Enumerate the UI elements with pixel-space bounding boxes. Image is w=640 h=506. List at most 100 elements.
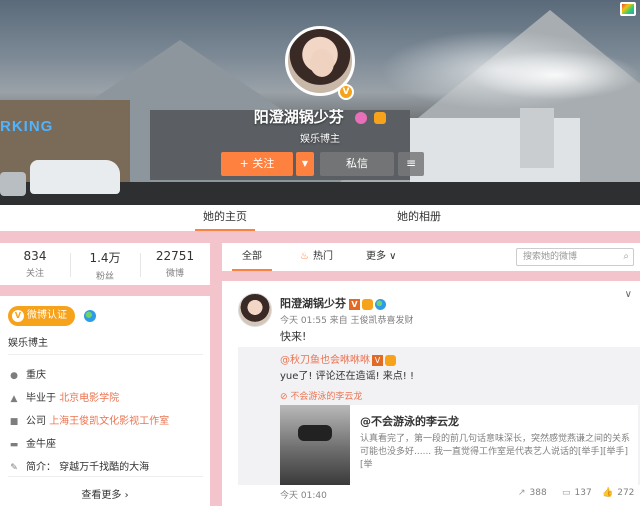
feed-post: 阳澄湖锅少芬 V ∨ 今天 01:55 来自 王俊凯恭喜发财 快来! @秋刀鱼也会… — [222, 281, 640, 506]
filter-tab-more[interactable]: 更多 ∨ — [366, 243, 397, 271]
building-shape — [410, 118, 580, 188]
verified-v-icon: V — [338, 84, 354, 100]
company-row: ■ 公司 上海王俊凯文化影视工作室 — [8, 412, 169, 427]
comment-icon: ▭ — [562, 488, 571, 498]
member-icon[interactable] — [355, 112, 367, 124]
verified-label: 微博认证 — [27, 310, 67, 321]
feed-search-input[interactable]: 搜索她的微博 ⌕ — [516, 248, 634, 266]
stat-value: 1.4万 — [89, 251, 121, 265]
cloud-shape — [470, 50, 640, 100]
verified-v-icon: V — [12, 310, 24, 322]
thumbs-up-icon: 👍 — [602, 488, 614, 498]
stat-following[interactable]: 834 关注 — [0, 249, 70, 279]
fans-badge-icon[interactable] — [374, 112, 387, 124]
profile-role: 娱乐博主 — [8, 338, 48, 349]
tab-home[interactable]: 她的主页 — [195, 205, 255, 231]
card-description: 认真看完了，第一段的前几句话意味深长，突然感觉燕谦之间的关系可能也没多好....… — [360, 434, 631, 470]
follow-button[interactable]: + 关注 — [221, 152, 293, 176]
stat-value: 834 — [23, 249, 47, 263]
profile-name-row: 阳澄湖锅少芬 — [0, 106, 640, 127]
bio-text: 简介： 穿越万千找酷的大海 — [26, 462, 150, 473]
bio-row: ✎ 简介： 穿越万千找酷的大海 — [8, 458, 149, 473]
school-prefix: 毕业于 — [26, 393, 60, 404]
stat-value: 22751 — [155, 249, 195, 263]
globe-icon[interactable] — [84, 310, 96, 322]
verified-badge[interactable]: V 微博认证 — [8, 306, 75, 326]
search-icon[interactable]: ⌕ — [623, 249, 629, 265]
post-author-avatar[interactable] — [238, 293, 272, 327]
stat-posts[interactable]: 22751 微博 — [140, 249, 210, 279]
comment-button[interactable]: ▭ 137 — [562, 488, 592, 498]
location-pin-icon: ● — [10, 371, 18, 381]
menu-button[interactable]: ≡ — [398, 152, 424, 176]
stat-label: 粉丝 — [95, 272, 114, 282]
car-shape — [30, 160, 120, 194]
profile-info-panel: V 微博认证 娱乐博主 ● 重庆 ▲ 毕业于 北京电影学院 ■ 公司 上海王俊凯文化影视… — [0, 296, 210, 506]
verified-v-icon: V — [372, 354, 383, 366]
profile-cover-banner: RKING V 阳澄湖锅少芬 娱乐博主 + 关注 ▼ 私信 ≡ — [0, 0, 640, 205]
location-row: ● 重庆 — [8, 366, 46, 381]
post-meta: 今天 01:55 来自 王俊凯恭喜发财 — [280, 316, 414, 326]
fans-badge-icon[interactable] — [385, 354, 396, 366]
post-author-name[interactable]: 阳澄湖锅少芬 — [280, 297, 346, 310]
divider — [8, 476, 203, 477]
pencil-icon: ✎ — [10, 463, 18, 473]
stat-label: 微博 — [165, 269, 184, 279]
briefcase-icon: ■ — [9, 417, 19, 427]
fans-badge-icon[interactable] — [362, 298, 373, 310]
repost-button[interactable]: ↗ 388 — [518, 488, 547, 498]
card-title: @不会游泳的李云龙 — [360, 415, 459, 428]
follow-dropdown-button[interactable]: ▼ — [296, 152, 314, 176]
stat-label: 关注 — [25, 269, 44, 279]
company-link[interactable]: 上海王俊凯文化影视工作室 — [49, 416, 169, 427]
stat-followers[interactable]: 1.4万 粉丝 — [70, 249, 140, 282]
fire-icon: ♨ — [300, 251, 309, 262]
zodiac-text: 金牛座 — [26, 439, 56, 450]
school-row: ▲ 毕业于 北京电影学院 — [8, 389, 120, 404]
repost-text: yue了! 评论还在造谣! 来点! ! — [280, 371, 414, 382]
link-card[interactable]: @不会游泳的李云龙 认真看完了，第一段的前几句话意味深长，突然感觉燕谦之间的关系… — [280, 405, 638, 485]
repost-author[interactable]: @秋刀鱼也会咻咻咻 — [280, 355, 370, 366]
message-button[interactable]: 私信 — [320, 152, 394, 176]
profile-tabbar: 她的主页 她的相册 — [0, 205, 640, 231]
post-options-chevron-icon[interactable]: ∨ — [625, 289, 632, 300]
card-thumbnail — [280, 405, 350, 485]
like-button[interactable]: 👍 272 — [602, 488, 634, 498]
verified-v-icon: V — [349, 298, 360, 310]
school-link[interactable]: 北京电影学院 — [59, 393, 119, 404]
location-text: 重庆 — [26, 370, 46, 381]
share-icon: ↗ — [518, 488, 526, 498]
search-placeholder: 搜索她的微博 — [523, 252, 578, 262]
repost-link-text: 不会游泳的李云龙 — [290, 392, 363, 402]
binoculars-shape — [298, 425, 332, 441]
post-author-row: 阳澄湖锅少芬 V — [280, 295, 386, 311]
car-shape — [0, 172, 26, 196]
repost-block: @秋刀鱼也会咻咻咻 V yue了! 评论还在造谣! 来点! ! ⊘ 不会游泳的李云… — [238, 347, 640, 485]
feed-filter-bar: 全部 ♨ 热门 更多 ∨ 搜索她的微博 ⌕ — [222, 243, 640, 271]
post-time: 今天 01:40 — [280, 491, 327, 501]
tab-album[interactable]: 她的相册 — [394, 205, 444, 231]
divider — [8, 354, 203, 355]
company-prefix: 公司 — [26, 416, 50, 427]
cake-icon: ▬ — [9, 440, 19, 450]
filter-tab-hot-label: 热门 — [312, 251, 333, 262]
profile-name: 阳澄湖锅少芬 — [253, 108, 344, 126]
like-count: 272 — [617, 488, 635, 498]
profile-subtitle: 娱乐博主 — [300, 134, 340, 145]
stats-panel: 834 关注 1.4万 粉丝 22751 微博 — [0, 243, 210, 285]
view-more-link[interactable]: 查看更多 › — [0, 486, 210, 501]
repost-link[interactable]: ⊘ 不会游泳的李云龙 — [280, 389, 362, 402]
graduation-cap-icon: ▲ — [10, 394, 18, 404]
filter-tab-all[interactable]: 全部 — [232, 243, 272, 271]
post-text: 快来! — [280, 330, 307, 343]
repost-author-row: @秋刀鱼也会咻咻咻 V — [280, 351, 396, 366]
globe-icon[interactable] — [375, 298, 386, 310]
comment-count: 137 — [574, 488, 592, 498]
name-badges — [353, 109, 387, 127]
filter-tab-hot[interactable]: ♨ 热门 — [300, 243, 333, 271]
avatar-face — [310, 49, 334, 77]
repost-count: 388 — [529, 488, 547, 498]
link-icon: ⊘ — [280, 392, 291, 402]
zodiac-row: ▬ 金牛座 — [8, 435, 56, 450]
app-corner-icon[interactable] — [620, 2, 636, 16]
